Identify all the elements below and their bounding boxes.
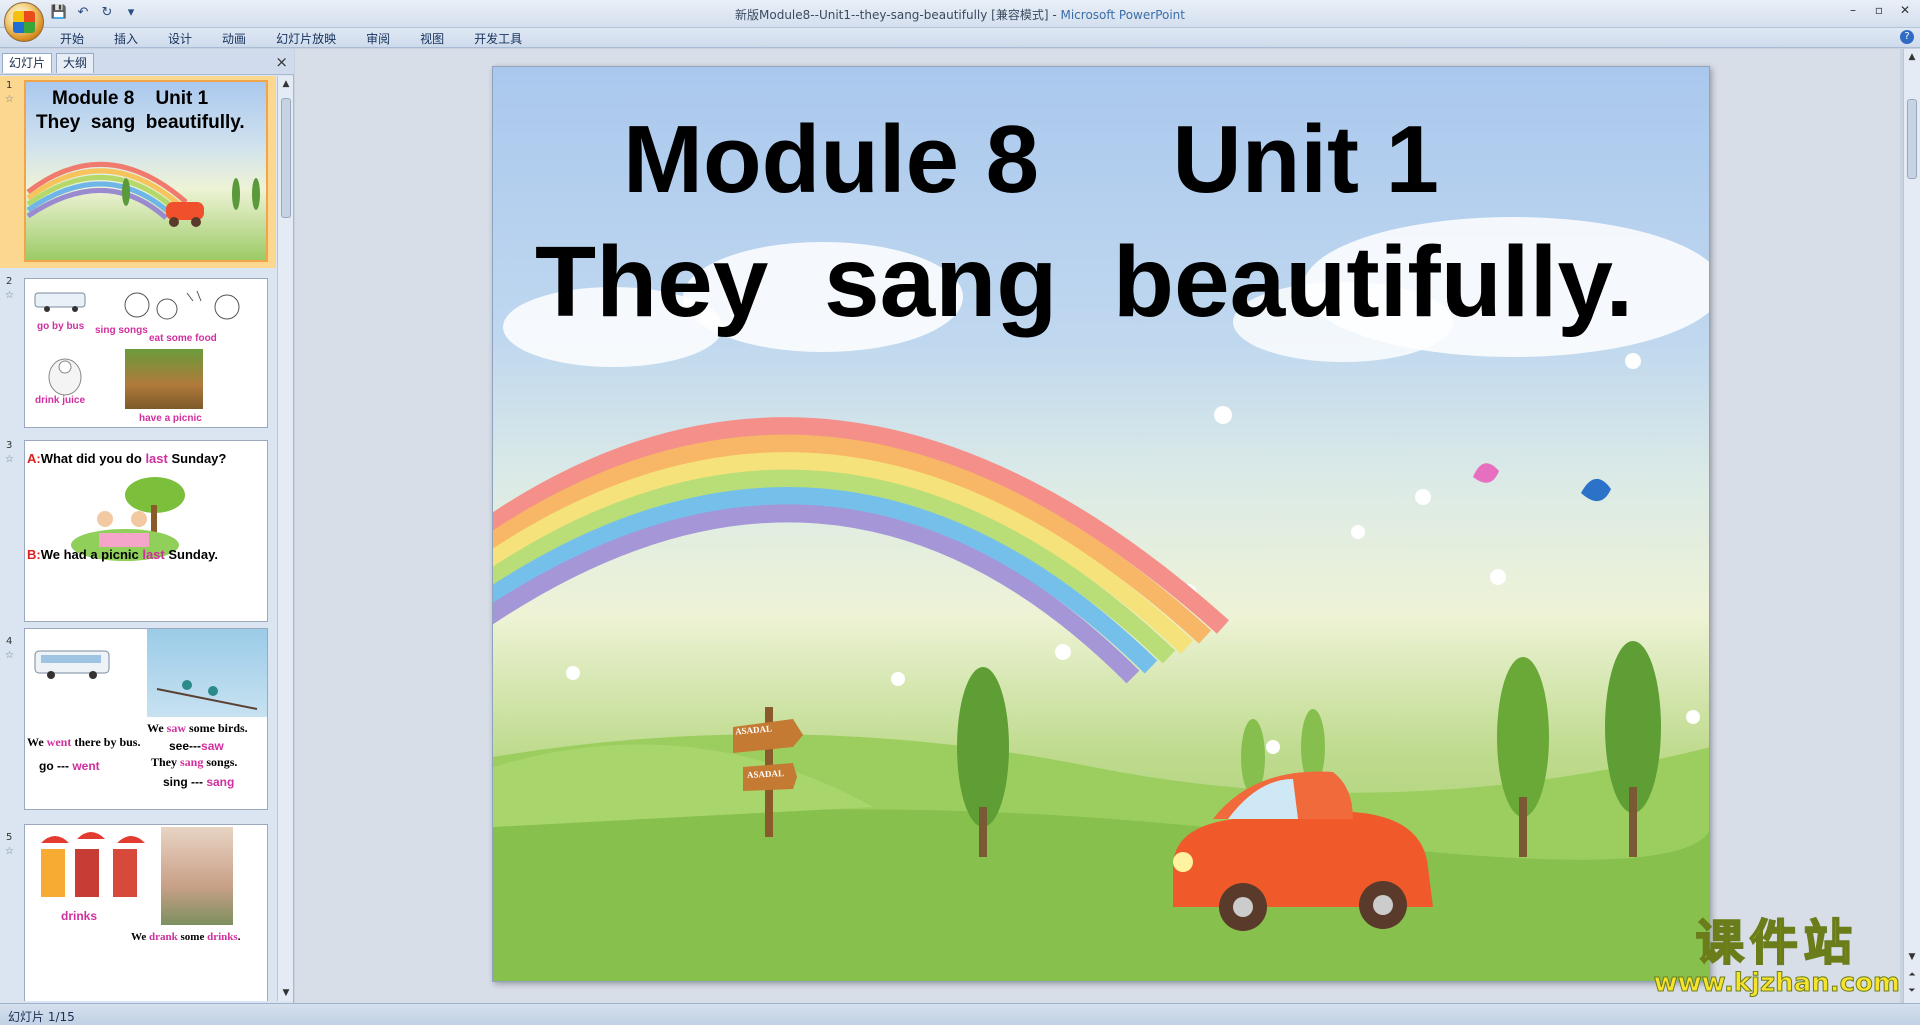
birds-photo: [147, 629, 267, 717]
slide-number: 1: [6, 80, 13, 91]
slide-number: 5: [6, 832, 13, 843]
close-window-icon[interactable]: ✕: [1896, 3, 1914, 17]
scroll-up-icon[interactable]: ▲: [1906, 51, 1918, 63]
thumb-title: Module 8 Unit 1: [52, 88, 209, 109]
watermark-chinese: 课件站: [1695, 915, 1858, 971]
ribbon-tabs: 开始 插入 设计 动画 幻灯片放映 审阅 视图 开发工具 ?: [0, 28, 1920, 48]
window-controls: – ▫ ✕: [1844, 3, 1914, 17]
slide-scrollbar[interactable]: ▲ ▼ ⏶ ⏷: [1903, 49, 1920, 1003]
bus-image: [34, 650, 110, 679]
animation-star-icon: ☆: [5, 290, 14, 301]
slide-thumbnail-5[interactable]: 5 ☆ drinks We drank some drinks.: [0, 824, 276, 1001]
animation-star-icon: ☆: [5, 846, 14, 857]
scroll-thumb[interactable]: [1907, 99, 1917, 179]
slide-title[interactable]: Module 8 Unit 1: [493, 105, 1709, 215]
sign-bottom-text: ASADAL: [746, 768, 785, 780]
thumbnail-image: A:What did you do last Sunday? B:We had …: [24, 440, 268, 622]
thumb-rainbow-scene: [26, 161, 260, 227]
animation-star-icon: ☆: [5, 94, 14, 105]
tab-slides[interactable]: 幻灯片: [2, 53, 53, 73]
previous-slide-icon[interactable]: ⏶: [1906, 969, 1918, 981]
question-line: A:What did you do last Sunday?: [27, 451, 227, 466]
answer-line: B:We had a picnic last Sunday.: [27, 547, 218, 562]
pane-tabs: 幻灯片 大纲 ×: [0, 49, 294, 75]
go-went-line: go --- went: [39, 759, 100, 773]
slides-pane: 幻灯片 大纲 × 1 ☆ Module 8 Unit 1 They sang b…: [0, 49, 294, 1003]
status-bar: 幻灯片 1/15: [0, 1003, 1920, 1025]
went-sentence: We went there by bus.: [27, 735, 141, 749]
tab-review[interactable]: 审阅: [366, 30, 390, 47]
app-name: Microsoft PowerPoint: [1060, 8, 1185, 22]
window-title: 新版Module8--Unit1--they-sang-beautifully …: [0, 6, 1920, 23]
restore-icon[interactable]: ▫: [1870, 3, 1888, 17]
slide-number: 4: [6, 636, 13, 647]
label-drink-juice: drink juice: [35, 395, 86, 406]
watermark-url: www.kjzhan.com: [1653, 968, 1900, 998]
tab-home[interactable]: 开始: [60, 30, 84, 47]
thumbnail-image: drinks We drank some drinks.: [24, 824, 268, 1001]
help-icon[interactable]: ?: [1900, 30, 1914, 44]
powerpoint-window: 💾 ↶ ↻ ▾ 新版Module8--Unit1--they-sang-beau…: [0, 0, 1920, 1025]
bus-image: [34, 292, 86, 312]
scroll-down-icon[interactable]: ▼: [280, 987, 292, 999]
thumbnail-image: We went there by bus. go --- went We saw…: [24, 628, 268, 810]
tab-design[interactable]: 设计: [168, 30, 192, 47]
slide-number: 3: [6, 440, 13, 451]
current-slide[interactable]: Module 8 Unit 1 They sang beautifully. A…: [492, 66, 1710, 982]
drank-sentence: We drank some drinks.: [131, 931, 241, 943]
sang-sentence: They sang songs.: [151, 755, 238, 769]
slide-thumbnail-2[interactable]: 2 ☆ go by bus sing songs eat some food d…: [0, 272, 276, 432]
drinks-image: [41, 832, 145, 897]
slide-counter: 幻灯片 1/15: [8, 1010, 75, 1024]
thumb-subtitle: They sang beautifully.: [36, 112, 245, 133]
tab-outline[interactable]: 大纲: [56, 53, 95, 73]
thumbnail-image: go by bus sing songs eat some food drink…: [24, 278, 268, 428]
tab-animations[interactable]: 动画: [222, 30, 246, 47]
title-bar: 💾 ↶ ↻ ▾ 新版Module8--Unit1--they-sang-beau…: [0, 0, 1920, 42]
slide-subtitle[interactable]: They sang beautifully.: [535, 225, 1633, 340]
slide-thumbnail-1[interactable]: 1 ☆ Module 8 Unit 1 They sang beautifull…: [0, 76, 276, 268]
scroll-up-icon[interactable]: ▲: [280, 78, 292, 90]
picnic-photo: [125, 349, 203, 409]
office-logo-icon: [13, 11, 35, 33]
animation-star-icon: ☆: [5, 454, 14, 465]
thumbnails-scrollbar[interactable]: ▲ ▼: [277, 76, 293, 1001]
office-button[interactable]: [4, 2, 44, 42]
scroll-down-icon[interactable]: ▼: [1906, 951, 1918, 963]
girls-photo: [161, 827, 233, 925]
label-go-by-bus: go by bus: [37, 321, 85, 332]
tab-insert[interactable]: 插入: [114, 30, 138, 47]
tab-slideshow[interactable]: 幻灯片放映: [276, 30, 336, 47]
close-pane-icon[interactable]: ×: [275, 53, 288, 71]
label-drinks: drinks: [61, 909, 98, 923]
watermark-logo: 课件站 www.kjzhan.com: [1653, 915, 1900, 998]
tab-developer[interactable]: 开发工具: [474, 30, 522, 47]
scroll-thumb[interactable]: [281, 98, 291, 218]
see-saw-line: see---saw: [169, 739, 224, 753]
next-slide-icon[interactable]: ⏷: [1906, 985, 1918, 997]
animation-star-icon: ☆: [5, 650, 14, 661]
minimize-icon[interactable]: –: [1844, 3, 1862, 17]
tab-view[interactable]: 视图: [420, 30, 444, 47]
sheep-drinking-image: [48, 358, 82, 396]
label-eat-some-food: eat some food: [149, 333, 217, 344]
slide-thumbnail-3[interactable]: 3 ☆ A:What did you do last Sunday? B:We …: [0, 436, 276, 622]
slide-thumbnail-4[interactable]: 4 ☆ We went there by bus. go --- went We…: [0, 628, 276, 810]
label-sing-songs: sing songs: [95, 325, 148, 336]
label-have-a-picnic: have a picnic: [139, 413, 202, 424]
thumbnail-image: Module 8 Unit 1 They sang beautifully.: [24, 80, 268, 262]
slide-number: 2: [6, 276, 13, 287]
saw-sentence: We saw some birds.: [147, 721, 248, 735]
sing-sang-line: sing --- sang: [163, 775, 235, 789]
slide-thumbnails: 1 ☆ Module 8 Unit 1 They sang beautifull…: [0, 76, 276, 1001]
document-title: 新版Module8--Unit1--they-sang-beautifully …: [735, 8, 1061, 22]
